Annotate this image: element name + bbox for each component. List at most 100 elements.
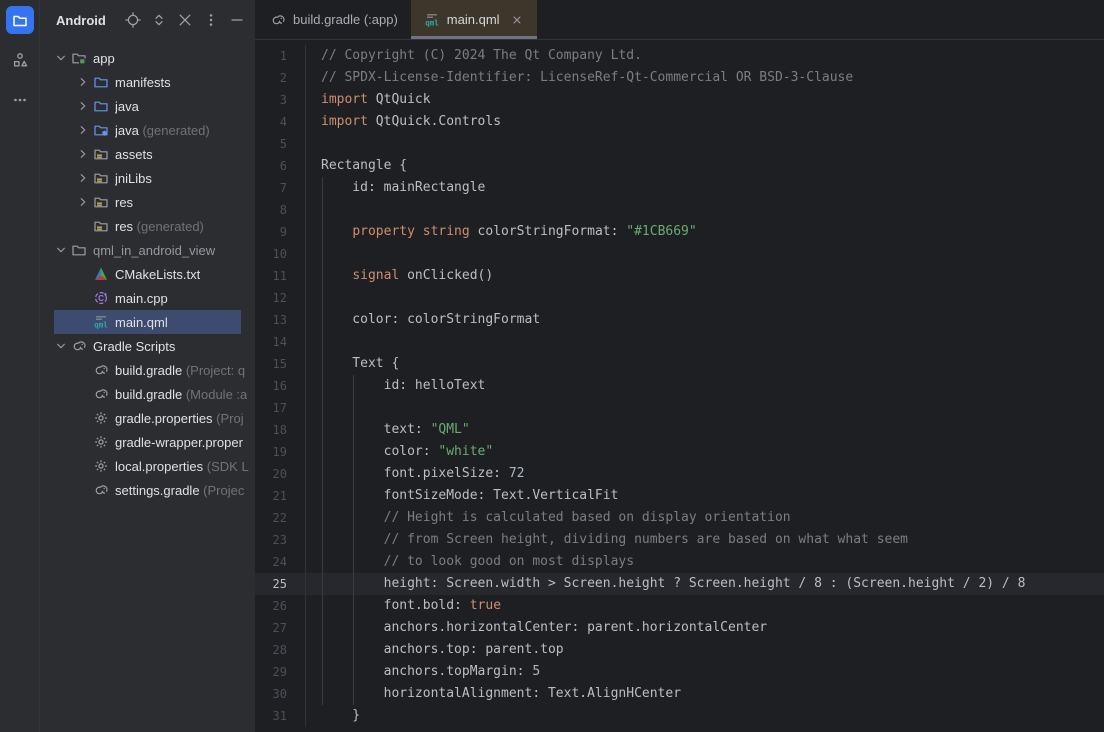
panel-action-hide[interactable] <box>228 12 245 29</box>
line-number[interactable]: 14 <box>255 331 306 353</box>
line-number[interactable]: 18 <box>255 419 306 441</box>
line-number[interactable]: 16 <box>255 375 306 397</box>
line-number[interactable]: 9 <box>255 221 306 243</box>
tree-row-settings-gradle[interactable]: settings.gradle (Projec <box>40 478 255 502</box>
line-number[interactable]: 29 <box>255 661 306 683</box>
panel-action-collapse-all[interactable] <box>176 12 193 29</box>
tree-row-manifests[interactable]: manifests <box>40 70 255 94</box>
tree-row-gradle-wrapper-proper[interactable]: gradle-wrapper.proper <box>40 430 255 454</box>
chevron-down-icon[interactable] <box>52 49 70 67</box>
line-text[interactable]: // Height is calculated based on display… <box>306 507 1104 529</box>
line-number[interactable]: 31 <box>255 705 306 727</box>
panel-action-expand-all[interactable] <box>150 12 167 29</box>
line-number[interactable]: 15 <box>255 353 306 375</box>
tree-row-build-gradle[interactable]: build.gradle (Project: q <box>40 358 255 382</box>
tree-row-main-cpp[interactable]: Cmain.cpp <box>40 286 255 310</box>
line-text[interactable]: text: "QML" <box>306 419 1104 441</box>
line-number[interactable]: 25 <box>255 573 306 595</box>
line-text[interactable]: // SPDX-License-Identifier: LicenseRef-Q… <box>306 67 1104 89</box>
line-text[interactable]: Rectangle { <box>306 155 1104 177</box>
line-text[interactable]: property string colorStringFormat: "#1CB… <box>306 221 1104 243</box>
tab-close-icon[interactable] <box>510 13 524 27</box>
line-text[interactable]: id: mainRectangle <box>306 177 1104 199</box>
tree-row-gradle-properties[interactable]: gradle.properties (Proj <box>40 406 255 430</box>
line-number[interactable]: 24 <box>255 551 306 573</box>
line-text[interactable]: // to look good on most displays <box>306 551 1104 573</box>
line-number[interactable]: 13 <box>255 309 306 331</box>
line-number[interactable]: 23 <box>255 529 306 551</box>
tree-row-res[interactable]: res <box>40 190 255 214</box>
line-number[interactable]: 19 <box>255 441 306 463</box>
line-number[interactable]: 30 <box>255 683 306 705</box>
line-text[interactable]: anchors.topMargin: 5 <box>306 661 1104 683</box>
line-number[interactable]: 10 <box>255 243 306 265</box>
chevron-right-icon[interactable] <box>74 169 92 187</box>
line-number[interactable]: 1 <box>255 45 306 67</box>
line-number[interactable]: 6 <box>255 155 306 177</box>
line-number[interactable]: 11 <box>255 265 306 287</box>
line-text[interactable] <box>306 397 1104 419</box>
line-text[interactable]: import QtQuick.Controls <box>306 111 1104 133</box>
line-number[interactable]: 20 <box>255 463 306 485</box>
line-text[interactable]: // Copyright (C) 2024 The Qt Company Ltd… <box>306 45 1104 67</box>
line-number[interactable]: 5 <box>255 133 306 155</box>
code-editor[interactable]: 1// Copyright (C) 2024 The Qt Company Lt… <box>255 41 1104 732</box>
line-number[interactable]: 3 <box>255 89 306 111</box>
line-number[interactable]: 4 <box>255 111 306 133</box>
line-text[interactable] <box>306 243 1104 265</box>
line-text[interactable]: anchors.horizontalCenter: parent.horizon… <box>306 617 1104 639</box>
tree-row-local-properties[interactable]: local.properties (SDK L <box>40 454 255 478</box>
tree-row-java[interactable]: java <box>40 94 255 118</box>
line-text[interactable]: } <box>306 705 1104 727</box>
line-text[interactable]: signal onClicked() <box>306 265 1104 287</box>
editor-tab-main-qml[interactable]: qmlmain.qml <box>411 0 537 39</box>
tree-row-cmakelists-txt[interactable]: CMakeLists.txt <box>40 262 255 286</box>
chevron-down-icon[interactable] <box>52 241 70 259</box>
tree-row-java[interactable]: java (generated) <box>40 118 255 142</box>
tree-row-app[interactable]: app <box>40 46 255 70</box>
line-text[interactable]: font.pixelSize: 72 <box>306 463 1104 485</box>
line-text[interactable] <box>306 199 1104 221</box>
line-text[interactable]: id: helloText <box>306 375 1104 397</box>
line-text[interactable]: anchors.top: parent.top <box>306 639 1104 661</box>
project-view-selector[interactable]: Android <box>56 13 106 28</box>
stripe-button-structure[interactable] <box>6 46 34 74</box>
tree-row-res[interactable]: res (generated) <box>40 214 255 238</box>
chevron-right-icon[interactable] <box>74 121 92 139</box>
panel-action-kebab[interactable] <box>202 12 219 29</box>
chevron-right-icon[interactable] <box>74 73 92 91</box>
line-text[interactable]: import QtQuick <box>306 89 1104 111</box>
stripe-button-more-tool-windows[interactable] <box>6 86 34 114</box>
panel-action-locate[interactable] <box>124 12 141 29</box>
tree-row-jnilibs[interactable]: jniLibs <box>40 166 255 190</box>
line-number[interactable]: 22 <box>255 507 306 529</box>
stripe-button-project[interactable] <box>6 6 34 34</box>
tree-row-build-gradle[interactable]: build.gradle (Module :a <box>40 382 255 406</box>
tree-row-assets[interactable]: assets <box>40 142 255 166</box>
line-text[interactable] <box>306 133 1104 155</box>
line-text[interactable] <box>306 331 1104 353</box>
chevron-right-icon[interactable] <box>74 145 92 163</box>
tree-row-qml-in-android-view[interactable]: qml_in_android_view <box>40 238 255 262</box>
line-text[interactable]: height: Screen.width > Screen.height ? S… <box>306 573 1104 595</box>
line-text[interactable]: color: "white" <box>306 441 1104 463</box>
tree-row-main-qml[interactable]: qmlmain.qml <box>40 310 255 334</box>
line-number[interactable]: 28 <box>255 639 306 661</box>
line-number[interactable]: 17 <box>255 397 306 419</box>
line-number[interactable]: 12 <box>255 287 306 309</box>
line-text[interactable]: font.bold: true <box>306 595 1104 617</box>
line-text[interactable]: Text { <box>306 353 1104 375</box>
chevron-right-icon[interactable] <box>74 97 92 115</box>
line-text[interactable] <box>306 287 1104 309</box>
line-number[interactable]: 8 <box>255 199 306 221</box>
line-text[interactable]: // from Screen height, dividing numbers … <box>306 529 1104 551</box>
chevron-down-icon[interactable] <box>52 337 70 355</box>
line-number[interactable]: 26 <box>255 595 306 617</box>
line-number[interactable]: 2 <box>255 67 306 89</box>
line-number[interactable]: 27 <box>255 617 306 639</box>
line-number[interactable]: 21 <box>255 485 306 507</box>
editor-tab-build-gradle-app-[interactable]: build.gradle (:app) <box>257 0 411 39</box>
line-text[interactable]: fontSizeMode: Text.VerticalFit <box>306 485 1104 507</box>
line-text[interactable]: color: colorStringFormat <box>306 309 1104 331</box>
chevron-right-icon[interactable] <box>74 193 92 211</box>
